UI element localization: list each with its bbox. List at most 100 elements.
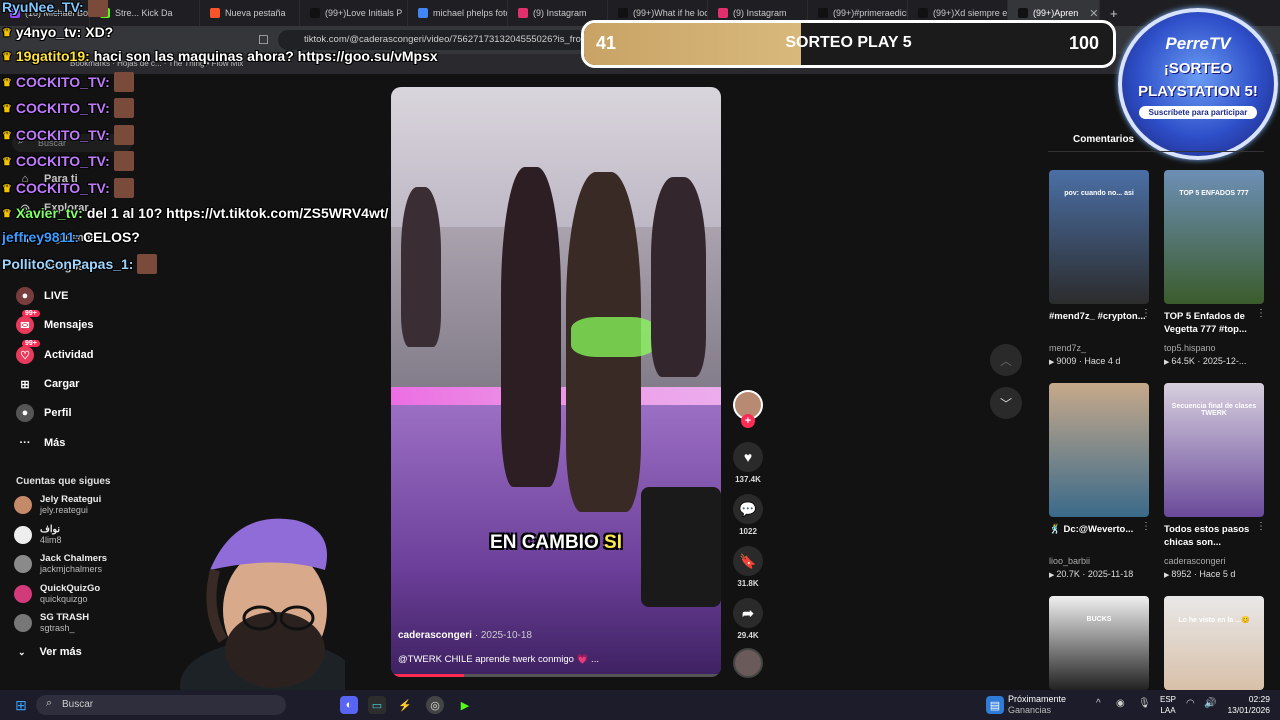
kick-icon[interactable]: ▶ (456, 696, 474, 714)
chat-username: RyuNee_TV: (2, 0, 84, 15)
video-thumbnail[interactable]: Lo he visto en la ...😊 (1164, 596, 1264, 690)
tab-label: (9) Instagram (533, 8, 587, 18)
following-account-text: Jack Chalmers jackmjchalmers (40, 553, 107, 575)
following-account[interactable]: Jack Chalmers jackmjchalmers (14, 553, 107, 575)
emote-icon (113, 125, 134, 145)
tray-app-icon[interactable]: ◉ (1116, 698, 1125, 709)
video-description[interactable]: @TWERK CHILE aprende twerk conmigo 💗 ... (398, 654, 599, 665)
video-card-caption[interactable]: #mend7z_ #crypton... (1049, 310, 1153, 323)
bookmark-button[interactable]: 🔖 31.8K (733, 546, 763, 588)
chat-text: XD? (85, 24, 114, 40)
following-account[interactable]: Jely Reategui jely.reategui (14, 494, 101, 516)
weather-widget-icon[interactable]: ▤ (986, 696, 1004, 714)
bookmark-icon[interactable]: ☐ (258, 33, 269, 47)
chat-message: ♛ COCKITO_TV: (2, 72, 134, 92)
browser-tab[interactable]: (99+)Love Initials P (300, 0, 408, 26)
comment-button[interactable]: 💬 1022 (733, 494, 763, 536)
notification-badge: 99+ (22, 310, 40, 317)
taskbar-search[interactable]: Buscar (36, 695, 286, 715)
browser-icon[interactable]: ◎ (426, 696, 444, 714)
language-indicator[interactable]: ESP LAA (1160, 694, 1176, 716)
tab-comments[interactable]: Comentarios (1073, 134, 1134, 145)
wifi-icon[interactable]: ◠ (1186, 698, 1195, 709)
following-account[interactable]: QuickQuizGo quickquizgo (14, 583, 100, 605)
chat-username: COCKITO_TV: (15, 100, 110, 116)
video-caption-white: EN CAMBIO (490, 532, 599, 553)
video-card-caption[interactable]: TOP 5 Enfados de Vegetta 777 #top... (1164, 310, 1268, 336)
video-thumbnail[interactable] (1049, 383, 1149, 517)
following-account[interactable]: SG TRASH sgtrash_ (14, 612, 89, 634)
sidebar-item-live[interactable]: ● LIVE (16, 287, 68, 305)
previous-video-button[interactable]: ︿ (990, 344, 1022, 376)
follow-plus-icon[interactable]: + (741, 414, 755, 428)
sidebar-item-actividad[interactable]: ♡ 99+ Actividad (16, 340, 94, 364)
crown-icon: ♛ (2, 102, 12, 115)
tray-expand-icon[interactable]: ^ (1096, 698, 1101, 709)
video-card-user[interactable]: top5.hispano (1164, 343, 1216, 353)
crown-icon: ♛ (2, 155, 12, 168)
browser-tab[interactable]: Nueva pestaña (200, 0, 300, 26)
heart-icon: ♥ (733, 442, 763, 472)
clock[interactable]: 02:29 13/01/2026 (1222, 694, 1270, 716)
windows-start-icon[interactable]: ⊞ (12, 696, 30, 714)
browser-tab[interactable]: michael phelps foto (408, 0, 508, 26)
tab-favicon-icon (418, 8, 428, 18)
tab-label: (99+)What if he loo (633, 8, 708, 18)
microphone-icon[interactable]: 🎙 (1138, 698, 1151, 709)
chat-username: 19gatito19: (15, 48, 90, 64)
chat-message: ♛ COCKITO_TV: (2, 125, 134, 145)
thumbnail-text: BUCKS (1086, 616, 1112, 623)
url-field[interactable]: tiktok.com/@caderascongeri/video/7562717… (278, 30, 588, 50)
more-options-icon[interactable]: ⋮ (1256, 308, 1266, 319)
video-card-user[interactable]: lioo_barbii (1049, 556, 1090, 566)
action-count: 137.4K (735, 475, 761, 484)
close-tab-icon[interactable]: ✕ (1089, 7, 1098, 20)
video-card-views: 20.7K (1056, 569, 1080, 579)
video-card-age: 2025-12-... (1202, 356, 1247, 366)
see-more-button[interactable]: ⌄ Ver más (18, 646, 82, 658)
terminal-icon[interactable]: ▭ (368, 696, 386, 714)
video-card-stats: ▶ 64.5K · 2025-12-... (1164, 356, 1246, 366)
video-progress-bar[interactable] (391, 674, 721, 677)
tab-label: (99+)Xd siempre es (933, 8, 1008, 18)
sidebar-item-label: Perfil (44, 407, 72, 419)
video-card-user[interactable]: mend7z_ (1049, 343, 1086, 353)
sidebar-item-perfil[interactable]: ● Perfil (16, 404, 72, 422)
discord-icon[interactable]: ◐ (340, 696, 358, 714)
language-code: ESP (1160, 695, 1177, 704)
tab-label: (99+)#primeraedici (833, 8, 908, 18)
video-thumbnail[interactable]: TOP 5 ENFADOS 777 (1164, 170, 1264, 304)
sidebar-item-ms[interactable]: ··· Más (16, 434, 66, 452)
video-thumbnail[interactable]: Secuencia final de clases TWERK (1164, 383, 1264, 517)
video-card-user[interactable]: caderascongeri (1164, 556, 1226, 566)
video-author[interactable]: caderascongeri (398, 630, 472, 641)
heart-button[interactable]: ♥ 137.4K (733, 442, 763, 484)
video-card-caption[interactable]: 🕺 Dc:@Weverto... (1049, 523, 1153, 536)
volume-icon[interactable]: 🔊 (1204, 698, 1216, 709)
next-video-button[interactable]: ﹀ (990, 387, 1022, 419)
new-tab-button[interactable]: + (1110, 6, 1118, 21)
chat-username: COCKITO_TV: (15, 180, 110, 196)
more-options-icon[interactable]: ⋮ (1141, 308, 1151, 319)
action-count: 31.8K (737, 579, 759, 588)
video-card-caption[interactable]: Todos estos pasos chicas son... (1164, 523, 1268, 549)
more-options-icon[interactable]: ⋮ (1141, 521, 1151, 532)
see-more-label: Ver más (39, 646, 82, 658)
sidebar-item-cargar[interactable]: ⊞ Cargar (16, 375, 79, 393)
video-card-stats: ▶ 8952 · Hace 5 d (1164, 569, 1235, 579)
music-disc-icon[interactable] (733, 648, 763, 678)
more-icon: ··· (19, 437, 31, 449)
video-thumbnail[interactable]: BUCKS (1049, 596, 1149, 690)
lightning-app-icon[interactable]: ⚡ (396, 696, 414, 714)
emote-icon (113, 178, 134, 198)
more-options-icon[interactable]: ⋮ (1256, 521, 1266, 532)
following-account[interactable]: نواف 4lim8 (14, 524, 62, 546)
sidebar-item-mensajes[interactable]: ✉ 99+ Mensajes (16, 310, 94, 334)
video-card-age: Hace 5 d (1199, 569, 1236, 579)
weather-widget[interactable]: Próximamente Ganancias (1008, 694, 1066, 716)
video-thumbnail[interactable]: pov: cuando no... asi (1049, 170, 1149, 304)
notification-badge: 99+ (22, 340, 40, 347)
share-button[interactable]: ➦ 29.4K (733, 598, 763, 640)
video-player[interactable]: EN CAMBIO SI caderascongeri · 2025-10-18… (391, 87, 721, 677)
emote-icon (113, 72, 134, 92)
